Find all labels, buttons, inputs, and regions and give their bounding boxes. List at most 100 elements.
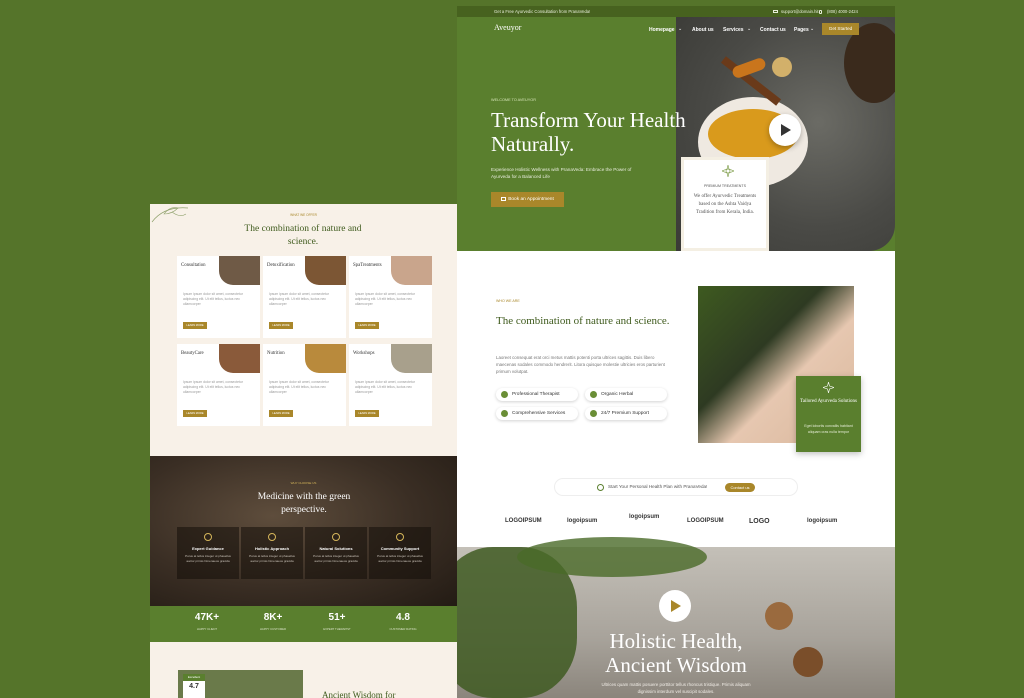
learn-more-button[interactable]: LEARN MORE	[355, 322, 379, 329]
site-logo[interactable]: Aveuyor	[494, 23, 521, 32]
partner-logo: LOGOIPSUM	[687, 518, 724, 524]
nav-homepage[interactable]: Homepage	[649, 27, 675, 33]
service-card-title: Detoxification	[267, 263, 295, 268]
top-info-bar: Get a Free Ayurvedic Consultation from P…	[457, 6, 895, 17]
mandala-icon	[823, 382, 834, 393]
feature-label: Professional Therapist	[512, 392, 560, 397]
mandala-icon	[722, 165, 734, 177]
service-card-nutrition: Nutrition Ipsum ipsum dolor sit amet, co…	[263, 344, 346, 426]
video-title-line2: Ancient Wisdom	[605, 653, 747, 677]
stat-label: HAPPY CUSTOMER	[259, 627, 287, 631]
services-page-mockup: WHAT WE OFFER The combination of nature …	[150, 204, 457, 698]
mail-icon	[773, 10, 778, 13]
about-eyebrow: WHO WE ARE	[496, 299, 520, 303]
service-card-text: Ipsum ipsum dolor sit amet, consectetur …	[183, 292, 243, 306]
check-icon	[501, 410, 508, 417]
service-card-title: Consultation	[181, 263, 206, 268]
service-card-text: Ipsum ipsum dolor sit amet, consectetur …	[355, 380, 415, 394]
feature-natural-solutions: Natural Solutions Purus at tellus intege…	[305, 527, 367, 579]
service-card-title: Workshops	[353, 351, 375, 356]
feature-pill: Organic Herbal	[585, 388, 667, 401]
get-started-button[interactable]: Get Started	[822, 23, 859, 35]
service-card-text: Ipsum ipsum dolor sit amet, consectetur …	[183, 380, 243, 394]
check-icon	[590, 391, 597, 398]
feature-title: Expert Guidance	[192, 546, 224, 551]
feature-title: Holistic Approach	[254, 546, 290, 551]
about-title: The combination of nature and science.	[496, 315, 670, 327]
partner-logo: logoipsum	[629, 514, 660, 520]
feature-label: Organic Herbal	[601, 392, 634, 397]
video-text: Ultrices quam mattis posuere porttitor t…	[601, 682, 751, 694]
card-label: PREMIUM TREATMENTS	[704, 184, 746, 188]
nav-pages[interactable]: Pages	[794, 27, 809, 33]
partner-logo: logoipsum	[807, 518, 838, 524]
learn-more-button[interactable]: LEARN MORE	[183, 410, 207, 417]
phone-icon	[819, 10, 822, 14]
hero-eyebrow: WELCOME TO AVEUYOR	[491, 98, 536, 102]
nav-services[interactable]: Services	[723, 27, 744, 33]
hero-section: Aveuyor Homepage ⌄ About us Services ⌄ C…	[457, 17, 895, 251]
community-icon	[396, 533, 404, 541]
services-title: The combination of nature and science.	[244, 224, 362, 247]
phone-link[interactable]: (808) 4000-2424	[827, 6, 858, 17]
stat-value: 4.8	[396, 612, 410, 623]
partner-logo: logoipsum	[567, 518, 598, 524]
service-card-title: Nutrition	[267, 351, 285, 356]
rating-value: 4.7	[189, 683, 199, 690]
service-card-image	[219, 256, 260, 285]
feature-label: 24/7 Premium Support	[601, 411, 649, 416]
card-text: We offer Ayurvedic Treatments based on t…	[693, 194, 757, 215]
nav-contact-us[interactable]: Contact us	[760, 27, 786, 33]
home-page-mockup: Get a Free Ayurvedic Consultation from P…	[457, 6, 895, 698]
email-link[interactable]: support@domain.hit	[781, 6, 819, 17]
feature-expert-guidance: Expert Guidance Purus at tellus integer …	[177, 527, 239, 579]
learn-more-button[interactable]: LEARN MORE	[269, 322, 293, 329]
book-appointment-button[interactable]: Book an Appointment	[491, 192, 564, 207]
bottom-title: Ancient Wisdom for	[322, 690, 396, 698]
learn-more-button[interactable]: LEARN MORE	[269, 410, 293, 417]
chevron-down-icon: ⌄	[678, 26, 683, 32]
service-card-image	[391, 256, 432, 285]
stat-label: CUSTOMER RATING	[389, 627, 417, 631]
support-icon	[597, 484, 604, 491]
feature-pill: Comprehensive Services	[496, 407, 578, 420]
main-nav: Aveuyor Homepage ⌄ About us Services ⌄ C…	[457, 17, 895, 40]
play-button[interactable]	[769, 114, 801, 146]
stat-value: 47K+	[194, 612, 220, 623]
service-card-image	[391, 344, 432, 373]
service-card-text: Ipsum ipsum dolor sit amet, consectetur …	[269, 292, 329, 306]
learn-more-button[interactable]: LEARN MORE	[355, 410, 379, 417]
calendar-icon	[501, 196, 507, 201]
service-card-text: Ipsum ipsum dolor sit amet, consectetur …	[355, 292, 415, 306]
learn-more-button[interactable]: LEARN MORE	[183, 322, 207, 329]
medicine-title: Medicine with the green perspective.	[257, 492, 351, 515]
holistic-video-section: Holistic Health, Ancient Wisdom Ultrices…	[457, 537, 895, 698]
contact-us-button[interactable]: Contact us	[725, 483, 755, 492]
feature-text: Purus at tellus integer ut phasellus auc…	[313, 554, 359, 563]
service-card-beauty-care: BeautyCare Ipsum ipsum dolor sit amet, c…	[177, 344, 260, 426]
health-plan-banner: Start Your Personal Health Plan with Pra…	[554, 478, 798, 496]
service-card-consultation: Consultation Ipsum ipsum dolor sit amet,…	[177, 256, 260, 338]
promo-text: Get a Free Ayurvedic Consultation from P…	[494, 9, 591, 14]
stat-value: 51+	[328, 612, 346, 623]
chevron-down-icon: ⌄	[810, 26, 815, 32]
medicine-eyebrow: WHY CHOOSE US	[290, 481, 317, 485]
feature-pill: 24/7 Premium Support	[585, 407, 667, 420]
diamond-icon	[204, 533, 212, 541]
leaf-icon	[332, 533, 340, 541]
services-eyebrow: WHAT WE OFFER	[290, 213, 317, 217]
feature-text: Purus at tellus integer ut phasellus auc…	[185, 554, 231, 563]
feature-text: Purus at tellus integer ut phasellus auc…	[249, 554, 295, 563]
leaf-foliage	[517, 537, 707, 577]
service-card-image	[219, 344, 260, 373]
check-icon	[590, 410, 597, 417]
play-icon	[671, 600, 681, 612]
service-card-workshops: Workshops Ipsum ipsum dolor sit amet, co…	[349, 344, 432, 426]
feature-title: Community Support	[380, 546, 420, 551]
rating-card: Excellent 4.7	[183, 674, 205, 698]
nav-about-us[interactable]: About us	[692, 27, 714, 33]
ginger-slice	[772, 57, 792, 77]
hero-title: Transform Your Health Naturally.	[491, 108, 686, 156]
tailored-solutions-badge: Tailored Ayurveda Solutions Eget loborti…	[796, 376, 861, 452]
video-play-button[interactable]	[659, 590, 691, 622]
